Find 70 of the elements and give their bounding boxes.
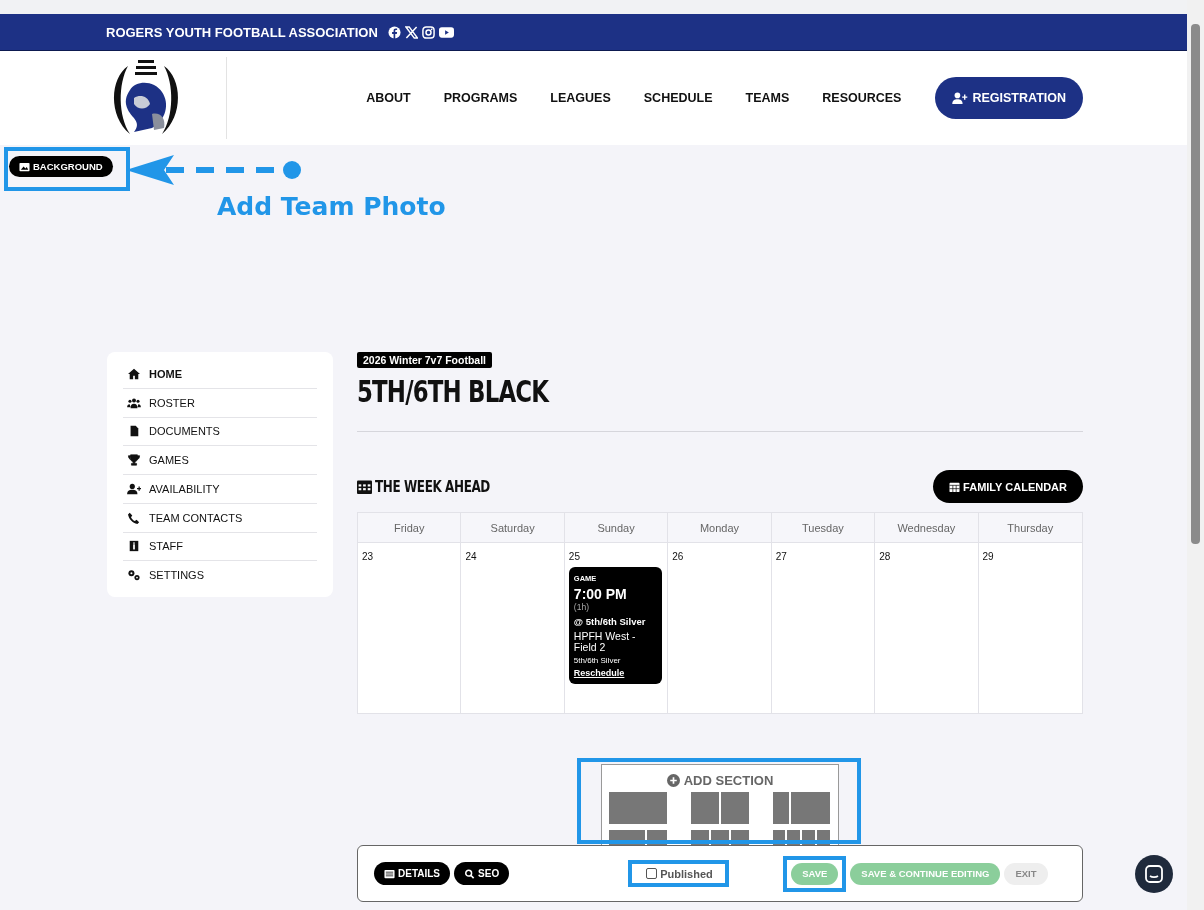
registration-button[interactable]: REGISTRATION bbox=[935, 77, 1083, 119]
day-number: 29 bbox=[982, 551, 994, 562]
add-section-card[interactable]: ADD SECTION bbox=[601, 764, 839, 845]
nav-link[interactable]: LEAGUES bbox=[550, 91, 611, 105]
day-header: Friday bbox=[358, 513, 462, 543]
season-badge: 2026 Winter 7v7 Football bbox=[357, 352, 493, 368]
family-calendar-button[interactable]: FAMILY CALENDAR bbox=[933, 470, 1083, 503]
chat-button[interactable] bbox=[1135, 855, 1173, 893]
nav-link[interactable]: RESOURCES bbox=[822, 91, 902, 105]
user-plus-icon bbox=[952, 92, 969, 104]
sidebar-item[interactable]: SETTINGS bbox=[123, 561, 317, 589]
x-icon[interactable] bbox=[404, 25, 418, 39]
instagram-icon[interactable] bbox=[421, 25, 435, 39]
video-icon[interactable] bbox=[438, 25, 454, 39]
day-number: 26 bbox=[672, 551, 684, 562]
seo-button[interactable]: SEO bbox=[454, 862, 510, 885]
annotation-text: Add Team Photo bbox=[217, 193, 446, 221]
users-icon bbox=[127, 396, 141, 409]
event-team: 5th/6th Silver bbox=[573, 656, 621, 665]
sidebar-item[interactable]: ROSTER bbox=[123, 388, 317, 418]
day-header: Sunday bbox=[564, 513, 669, 543]
day-header: Thursday bbox=[978, 513, 1082, 543]
nav-link[interactable]: PROGRAMS bbox=[443, 91, 518, 105]
day-header: Wednesday bbox=[875, 513, 979, 543]
week-ahead-title: THE WEEK AHEAD bbox=[375, 477, 490, 496]
search-icon bbox=[464, 868, 476, 879]
list-icon bbox=[384, 868, 395, 879]
event-opponent: @ 5th/6th Silver bbox=[573, 616, 646, 627]
sidebar-item[interactable]: STAFF bbox=[123, 532, 317, 562]
day-number: 25 bbox=[568, 551, 580, 562]
sidebar-item[interactable]: HOME bbox=[123, 360, 317, 389]
sidebar-item[interactable]: TEAM CONTACTS bbox=[123, 503, 317, 533]
sidebar-item[interactable]: AVAILABILITY bbox=[123, 475, 317, 504]
team-name: 5TH/6TH BLACK bbox=[357, 373, 549, 409]
home-icon bbox=[127, 367, 141, 380]
nav-link[interactable]: SCHEDULE bbox=[643, 91, 713, 105]
sidebar-item[interactable]: DOCUMENTS bbox=[123, 417, 317, 447]
published-checkbox[interactable]: Published bbox=[628, 860, 730, 887]
sidebar-item[interactable]: GAMES bbox=[123, 446, 317, 475]
badge-icon bbox=[127, 540, 141, 553]
calendar-icon bbox=[949, 481, 961, 492]
published-label: Published bbox=[660, 867, 713, 880]
details-button[interactable]: DETAILS bbox=[374, 862, 451, 885]
trophy-icon bbox=[127, 454, 141, 467]
facebook-icon[interactable] bbox=[387, 25, 401, 39]
nav-link[interactable]: TEAMS bbox=[745, 91, 790, 105]
reschedule-link[interactable]: Reschedule bbox=[573, 668, 625, 678]
nav-link[interactable]: ABOUT bbox=[366, 91, 411, 105]
add-section-label: ADD SECTION bbox=[683, 773, 774, 788]
phone-icon bbox=[127, 511, 141, 524]
gears-icon bbox=[127, 569, 141, 582]
day-number: 28 bbox=[879, 551, 891, 562]
event-location: HPFH West - Field 2 bbox=[573, 631, 637, 653]
user-plus-icon bbox=[127, 482, 141, 495]
day-header: Saturday bbox=[461, 513, 565, 543]
scrollbar[interactable] bbox=[1187, 0, 1204, 910]
association-name: ROGERS YOUTH FOOTBALL ASSOCIATION bbox=[106, 24, 378, 40]
image-icon bbox=[19, 161, 30, 172]
day-header: Monday bbox=[668, 513, 772, 543]
day-header: Tuesday bbox=[771, 513, 876, 543]
chat-icon bbox=[1145, 865, 1163, 883]
day-number: 27 bbox=[775, 551, 787, 562]
plus-icon bbox=[666, 774, 680, 787]
event-duration: (1h) bbox=[573, 602, 589, 612]
day-number: 23 bbox=[362, 551, 374, 562]
calendar-icon bbox=[357, 479, 372, 494]
background-button[interactable]: BACKGROUND bbox=[9, 156, 113, 177]
event-time: 7:00 PM bbox=[573, 586, 627, 602]
checkbox[interactable] bbox=[646, 868, 658, 879]
day-number: 24 bbox=[465, 551, 477, 562]
